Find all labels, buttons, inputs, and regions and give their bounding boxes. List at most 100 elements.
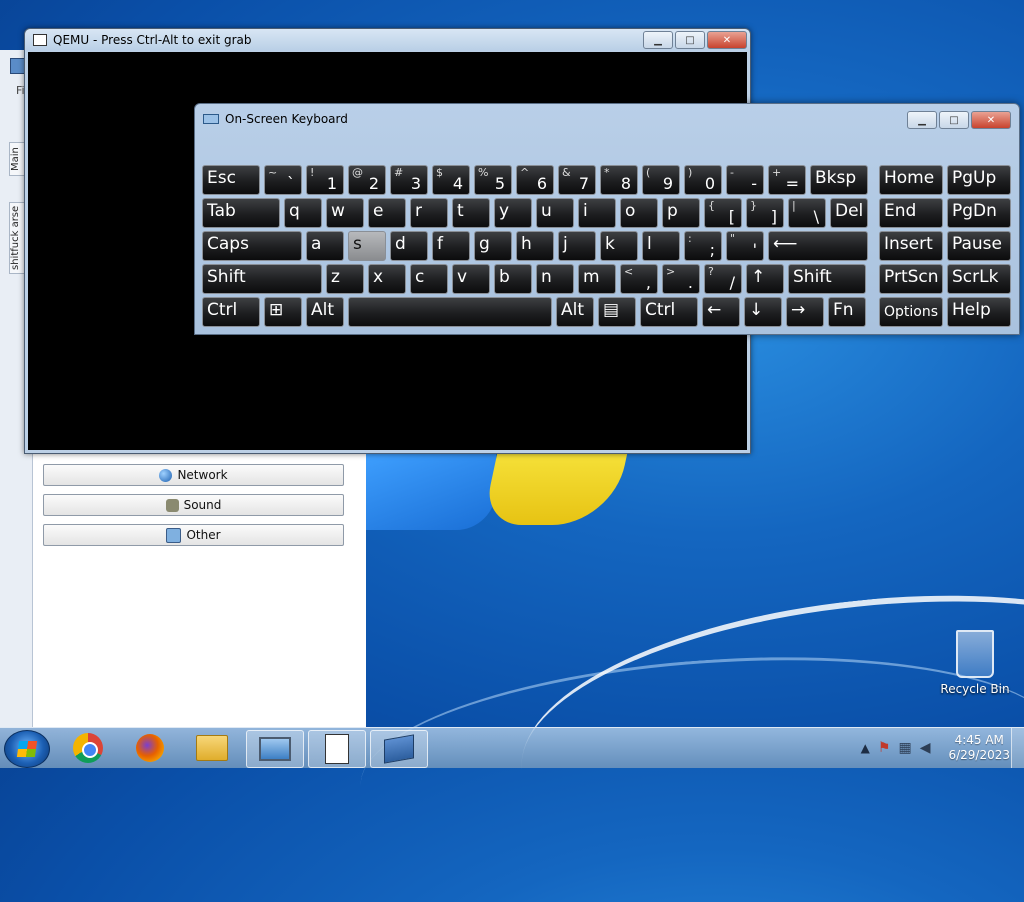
key-r[interactable]: r (410, 198, 448, 228)
key-l[interactable]: l (642, 231, 680, 261)
key-[interactable]: | \ (788, 198, 826, 228)
key-6[interactable]: ^ 6 (516, 165, 554, 195)
key-c[interactable]: c (410, 264, 448, 294)
key-ctrl[interactable]: Ctrl (202, 297, 260, 327)
key-[interactable]: {[ (704, 198, 742, 228)
key-home[interactable]: Home (879, 165, 943, 195)
key-3[interactable]: #3 (390, 165, 428, 195)
show-desktop-button[interactable] (1011, 728, 1024, 768)
key-8[interactable]: * 8 (600, 165, 638, 195)
key-e[interactable]: e (368, 198, 406, 228)
sound-button[interactable]: Sound (43, 494, 344, 516)
key-h[interactable]: h (516, 231, 554, 261)
key-tab[interactable]: Tab (202, 198, 280, 228)
key-del[interactable]: Del (830, 198, 868, 228)
key-pause[interactable]: Pause (947, 231, 1011, 261)
key-insert[interactable]: Insert (879, 231, 943, 261)
key-[interactable]: " ' (726, 231, 764, 261)
key-end[interactable]: End (879, 198, 943, 228)
key-[interactable]: + = (768, 165, 806, 195)
key-[interactable]: >. (662, 264, 700, 294)
on-screen-keyboard-window[interactable]: On-Screen Keyboard ▁ □ ✕ Esc ~ `! 1 @2 #3 $4% 5… (194, 103, 1020, 335)
key-2[interactable]: @2 (348, 165, 386, 195)
taskbar-document-app[interactable] (308, 730, 366, 768)
key-help[interactable]: Help (947, 297, 1011, 327)
key-space[interactable] (348, 297, 552, 327)
key-a[interactable]: a (306, 231, 344, 261)
key-w[interactable]: w (326, 198, 364, 228)
close-button[interactable]: ✕ (971, 111, 1011, 129)
key-5[interactable]: % 5 (474, 165, 512, 195)
key-shift[interactable]: Shift (202, 264, 322, 294)
key-esc[interactable]: Esc (202, 165, 260, 195)
key-[interactable]: ~ ` (264, 165, 302, 195)
other-button[interactable]: Other (43, 524, 344, 546)
key-i[interactable]: i (578, 198, 616, 228)
taskbar-monitor-app[interactable] (246, 730, 304, 768)
key-prtscn[interactable]: PrtScn (879, 264, 943, 294)
key-[interactable]: }] (746, 198, 784, 228)
taskbar-explorer[interactable] (184, 730, 240, 766)
volume-icon[interactable]: ◀ (920, 740, 931, 756)
key-bksp[interactable]: Bksp (810, 165, 868, 195)
key-[interactable]: ← (702, 297, 740, 327)
key-alt[interactable]: Alt (556, 297, 594, 327)
key-[interactable]: ↓ (744, 297, 782, 327)
key-u[interactable]: u (536, 198, 574, 228)
key-[interactable]: -- (726, 165, 764, 195)
network-button[interactable]: Network (43, 464, 344, 486)
key-9[interactable]: (9 (642, 165, 680, 195)
start-button[interactable] (4, 730, 50, 768)
key-[interactable]: ↑ (746, 264, 784, 294)
key-0[interactable]: ) 0 (684, 165, 722, 195)
taskbar-keyboard-app[interactable] (370, 730, 428, 768)
key-[interactable]: → (786, 297, 824, 327)
key-x[interactable]: x (368, 264, 406, 294)
key-fn[interactable]: Fn (828, 297, 866, 327)
key-z[interactable]: z (326, 264, 364, 294)
key-caps[interactable]: Caps (202, 231, 302, 261)
key-g[interactable]: g (474, 231, 512, 261)
taskbar-chrome[interactable] (60, 730, 116, 766)
key-pgdn[interactable]: PgDn (947, 198, 1011, 228)
key-y[interactable]: y (494, 198, 532, 228)
key-[interactable]: <, (620, 264, 658, 294)
key-[interactable]: :; (684, 231, 722, 261)
key-j[interactable]: j (558, 231, 596, 261)
maximize-button[interactable]: □ (675, 31, 705, 49)
key-k[interactable]: k (600, 231, 638, 261)
key-[interactable]: ▤ (598, 297, 636, 327)
maximize-button[interactable]: □ (939, 111, 969, 129)
taskbar-firefox[interactable] (122, 730, 178, 766)
osk-titlebar[interactable]: On-Screen Keyboard (195, 104, 1019, 134)
key-o[interactable]: o (620, 198, 658, 228)
close-button[interactable]: ✕ (707, 31, 747, 49)
minimize-button[interactable]: ▁ (907, 111, 937, 129)
key-1[interactable]: ! 1 (306, 165, 344, 195)
key-4[interactable]: $4 (432, 165, 470, 195)
qemu-titlebar[interactable]: QEMU - Press Ctrl-Alt to exit grab (25, 29, 750, 51)
network-icon[interactable]: ▦ (898, 740, 911, 756)
key-options[interactable]: Options (879, 297, 943, 327)
key-[interactable]: ⟵ (768, 231, 868, 261)
key-t[interactable]: t (452, 198, 490, 228)
key-m[interactable]: m (578, 264, 616, 294)
clock[interactable]: 4:45 AM 6/29/2023 (948, 733, 1010, 763)
key-f[interactable]: f (432, 231, 470, 261)
key-shift[interactable]: Shift (788, 264, 866, 294)
key-n[interactable]: n (536, 264, 574, 294)
key-d[interactable]: d (390, 231, 428, 261)
key-p[interactable]: p (662, 198, 700, 228)
key-alt[interactable]: Alt (306, 297, 344, 327)
key-ctrl[interactable]: Ctrl (640, 297, 698, 327)
key-s[interactable]: s (348, 231, 386, 261)
action-center-icon[interactable]: ⚑ (878, 740, 891, 756)
key-[interactable]: ? / (704, 264, 742, 294)
key-q[interactable]: q (284, 198, 322, 228)
key-pgup[interactable]: PgUp (947, 165, 1011, 195)
key-[interactable]: ⊞ (264, 297, 302, 327)
show-hidden-icons-button[interactable]: ▲ (861, 741, 870, 755)
key-7[interactable]: & 7 (558, 165, 596, 195)
minimize-button[interactable]: ▁ (643, 31, 673, 49)
key-b[interactable]: b (494, 264, 532, 294)
